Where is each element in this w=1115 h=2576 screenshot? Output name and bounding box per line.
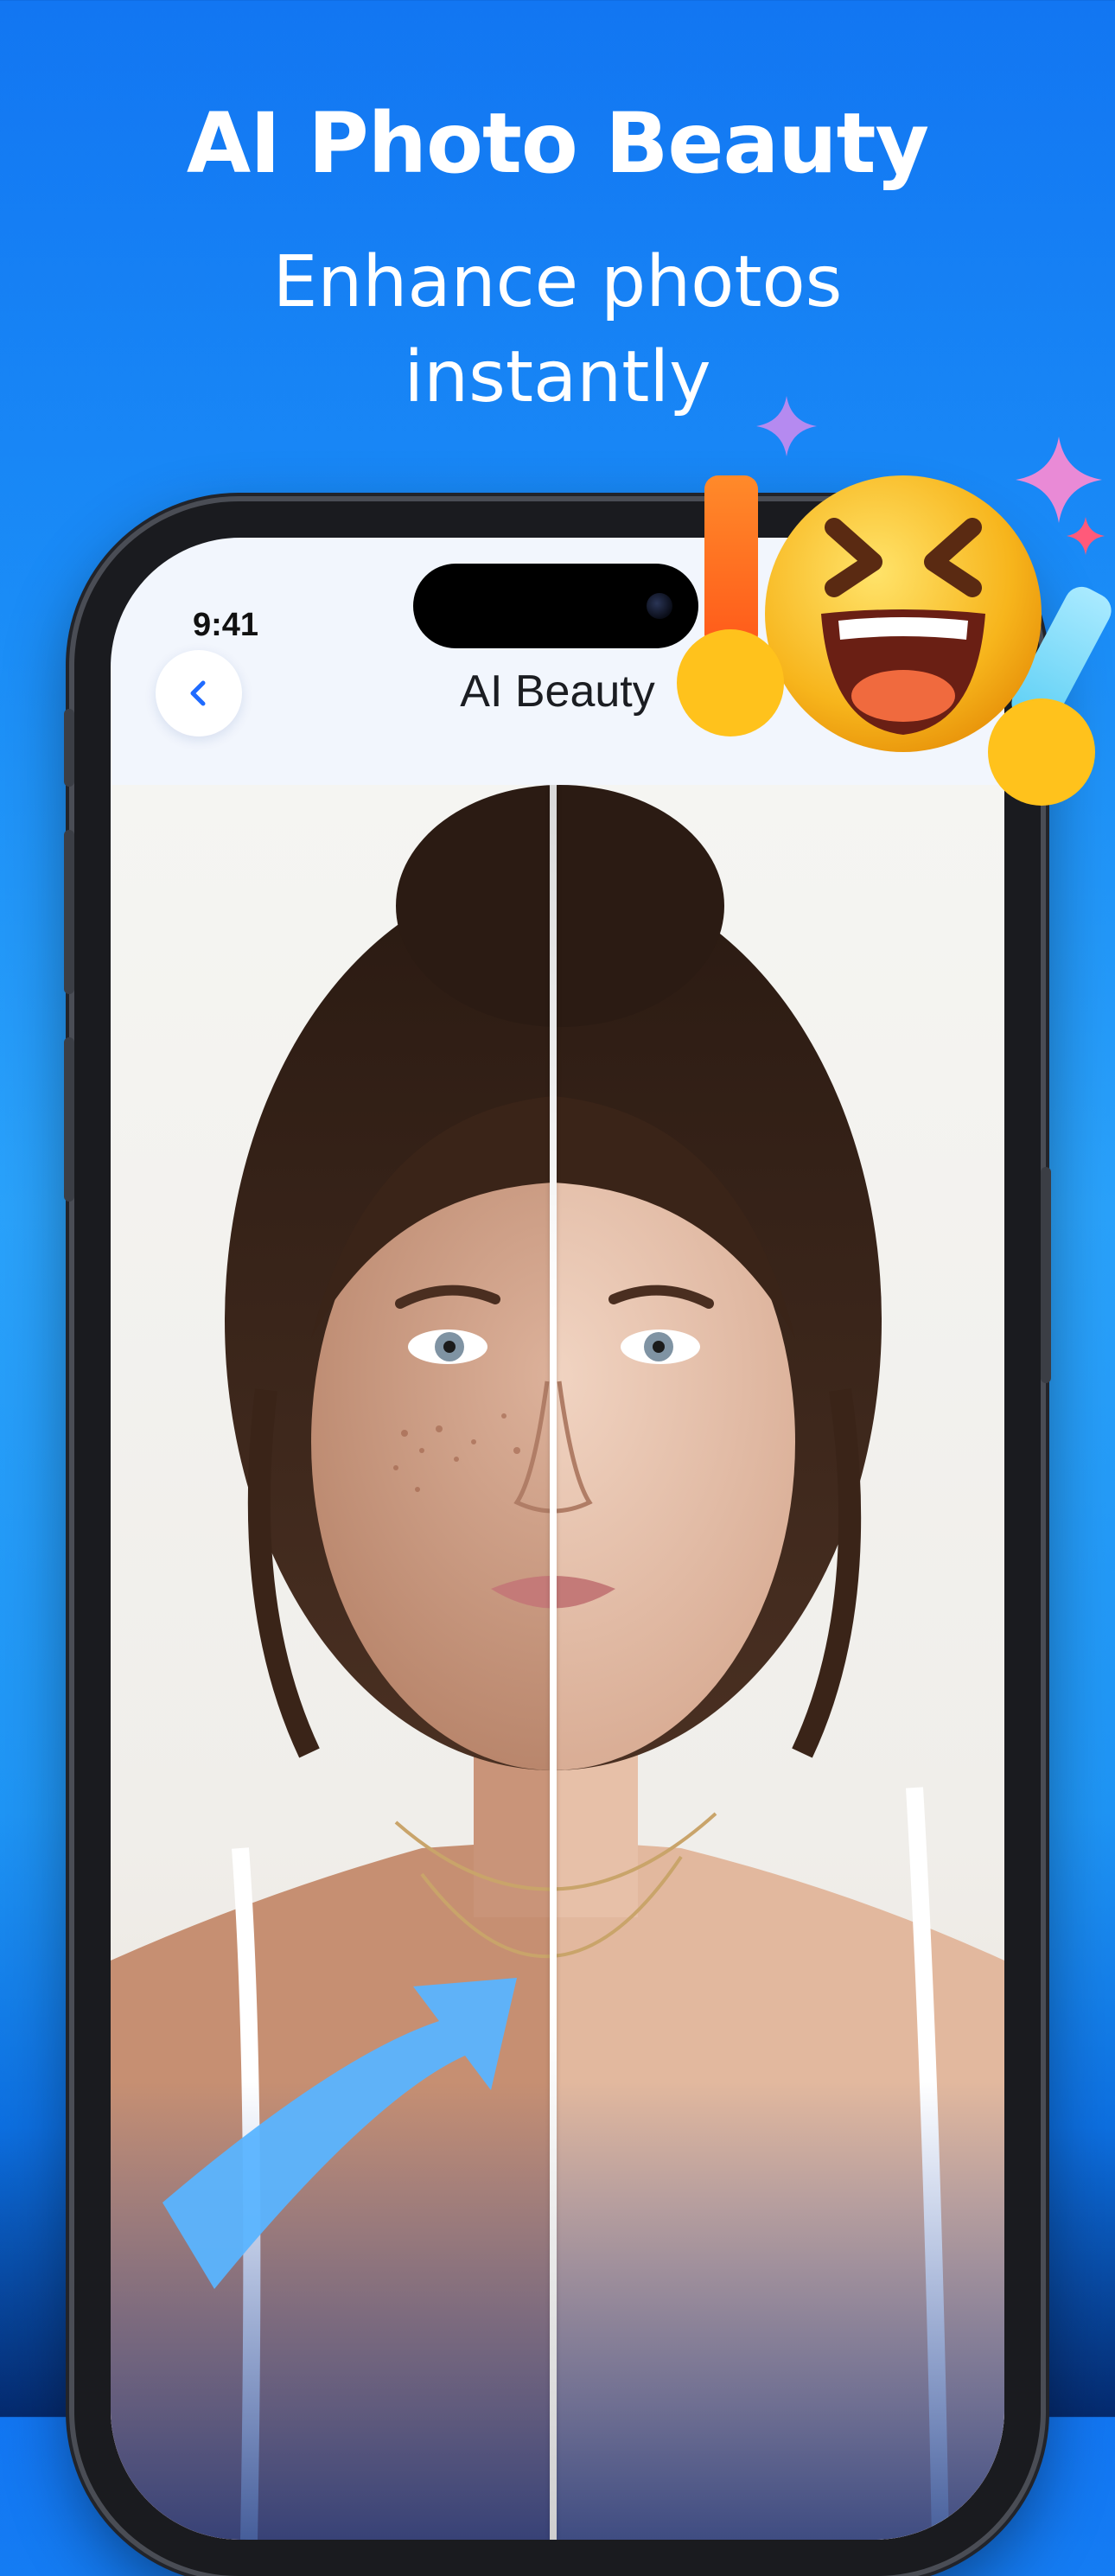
- sparkle-icon: [1067, 517, 1105, 555]
- hero-title: AI Photo Beauty: [186, 95, 929, 192]
- sparkle-icon: [1016, 437, 1102, 523]
- status-time: 9:41: [193, 607, 259, 643]
- before-after-photo[interactable]: [111, 785, 1004, 2540]
- hero-subtitle: Enhance photos instantly: [272, 241, 843, 418]
- volume-up-button: [64, 830, 74, 994]
- dynamic-island: [413, 564, 698, 648]
- sparkle-icon: [756, 396, 817, 456]
- power-button: [1041, 1167, 1051, 1383]
- phone-screen: 9:41 AI Beauty: [111, 538, 1004, 2540]
- volume-down-button: [64, 1037, 74, 1202]
- comparison-divider-handle[interactable]: [550, 785, 557, 2540]
- portrait-image: [111, 785, 1004, 2540]
- action-button: [64, 709, 74, 787]
